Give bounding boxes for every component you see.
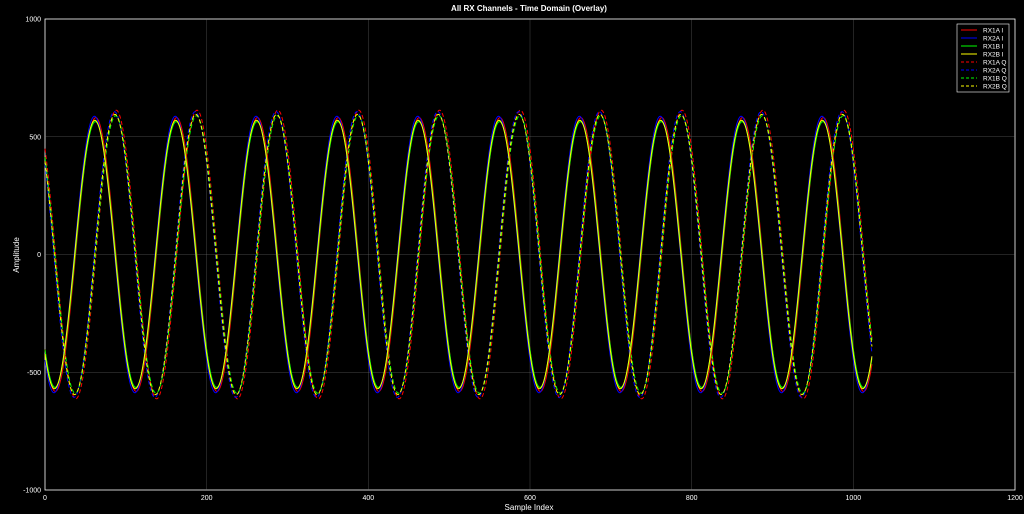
y-tick-label: -1000 (23, 488, 41, 495)
time-domain-chart: All RX Channels - Time Domain (Overlay) … (0, 0, 1024, 514)
x-tick-label: 800 (686, 495, 698, 502)
legend: RX1A IRX2A IRX1B IRX2B IRX1A QRX2A QRX1B… (956, 23, 1010, 93)
x-tick-label: 1200 (1007, 495, 1023, 502)
y-tick-label: 500 (29, 134, 41, 141)
x-axis-label: Sample Index (505, 503, 554, 512)
legend-label-rx2a-i: RX2A I (983, 35, 1003, 42)
y-tick-label: 0 (37, 252, 41, 259)
y-axis-label: Amplitude (12, 237, 21, 273)
y-tick-label: -500 (27, 370, 41, 377)
legend-label-rx1b-q: RX1B Q (983, 75, 1007, 82)
y-tick-label: 1000 (25, 17, 41, 24)
legend-label-rx1a-q: RX1A Q (983, 59, 1006, 66)
x-tick-label: 600 (524, 495, 536, 502)
legend-label-rx2b-q: RX2B Q (983, 83, 1007, 90)
plot-area: 0 200 400 600 800 1000 1200 -1000 -500 0 500 1000 (23, 17, 1023, 503)
chart-title: All RX Channels - Time Domain (Overlay) (451, 4, 607, 13)
legend-label-rx1a-i: RX1A I (983, 27, 1003, 34)
x-tick-label: 1000 (846, 495, 862, 502)
x-tick-label: 400 (362, 495, 374, 502)
x-tick-label: 200 (201, 495, 213, 502)
x-tick-label: 0 (43, 495, 47, 502)
legend-label-rx2b-i: RX2B I (983, 51, 1004, 58)
legend-label-rx1b-i: RX1B I (983, 43, 1004, 50)
legend-label-rx2a-q: RX2A Q (983, 67, 1006, 74)
